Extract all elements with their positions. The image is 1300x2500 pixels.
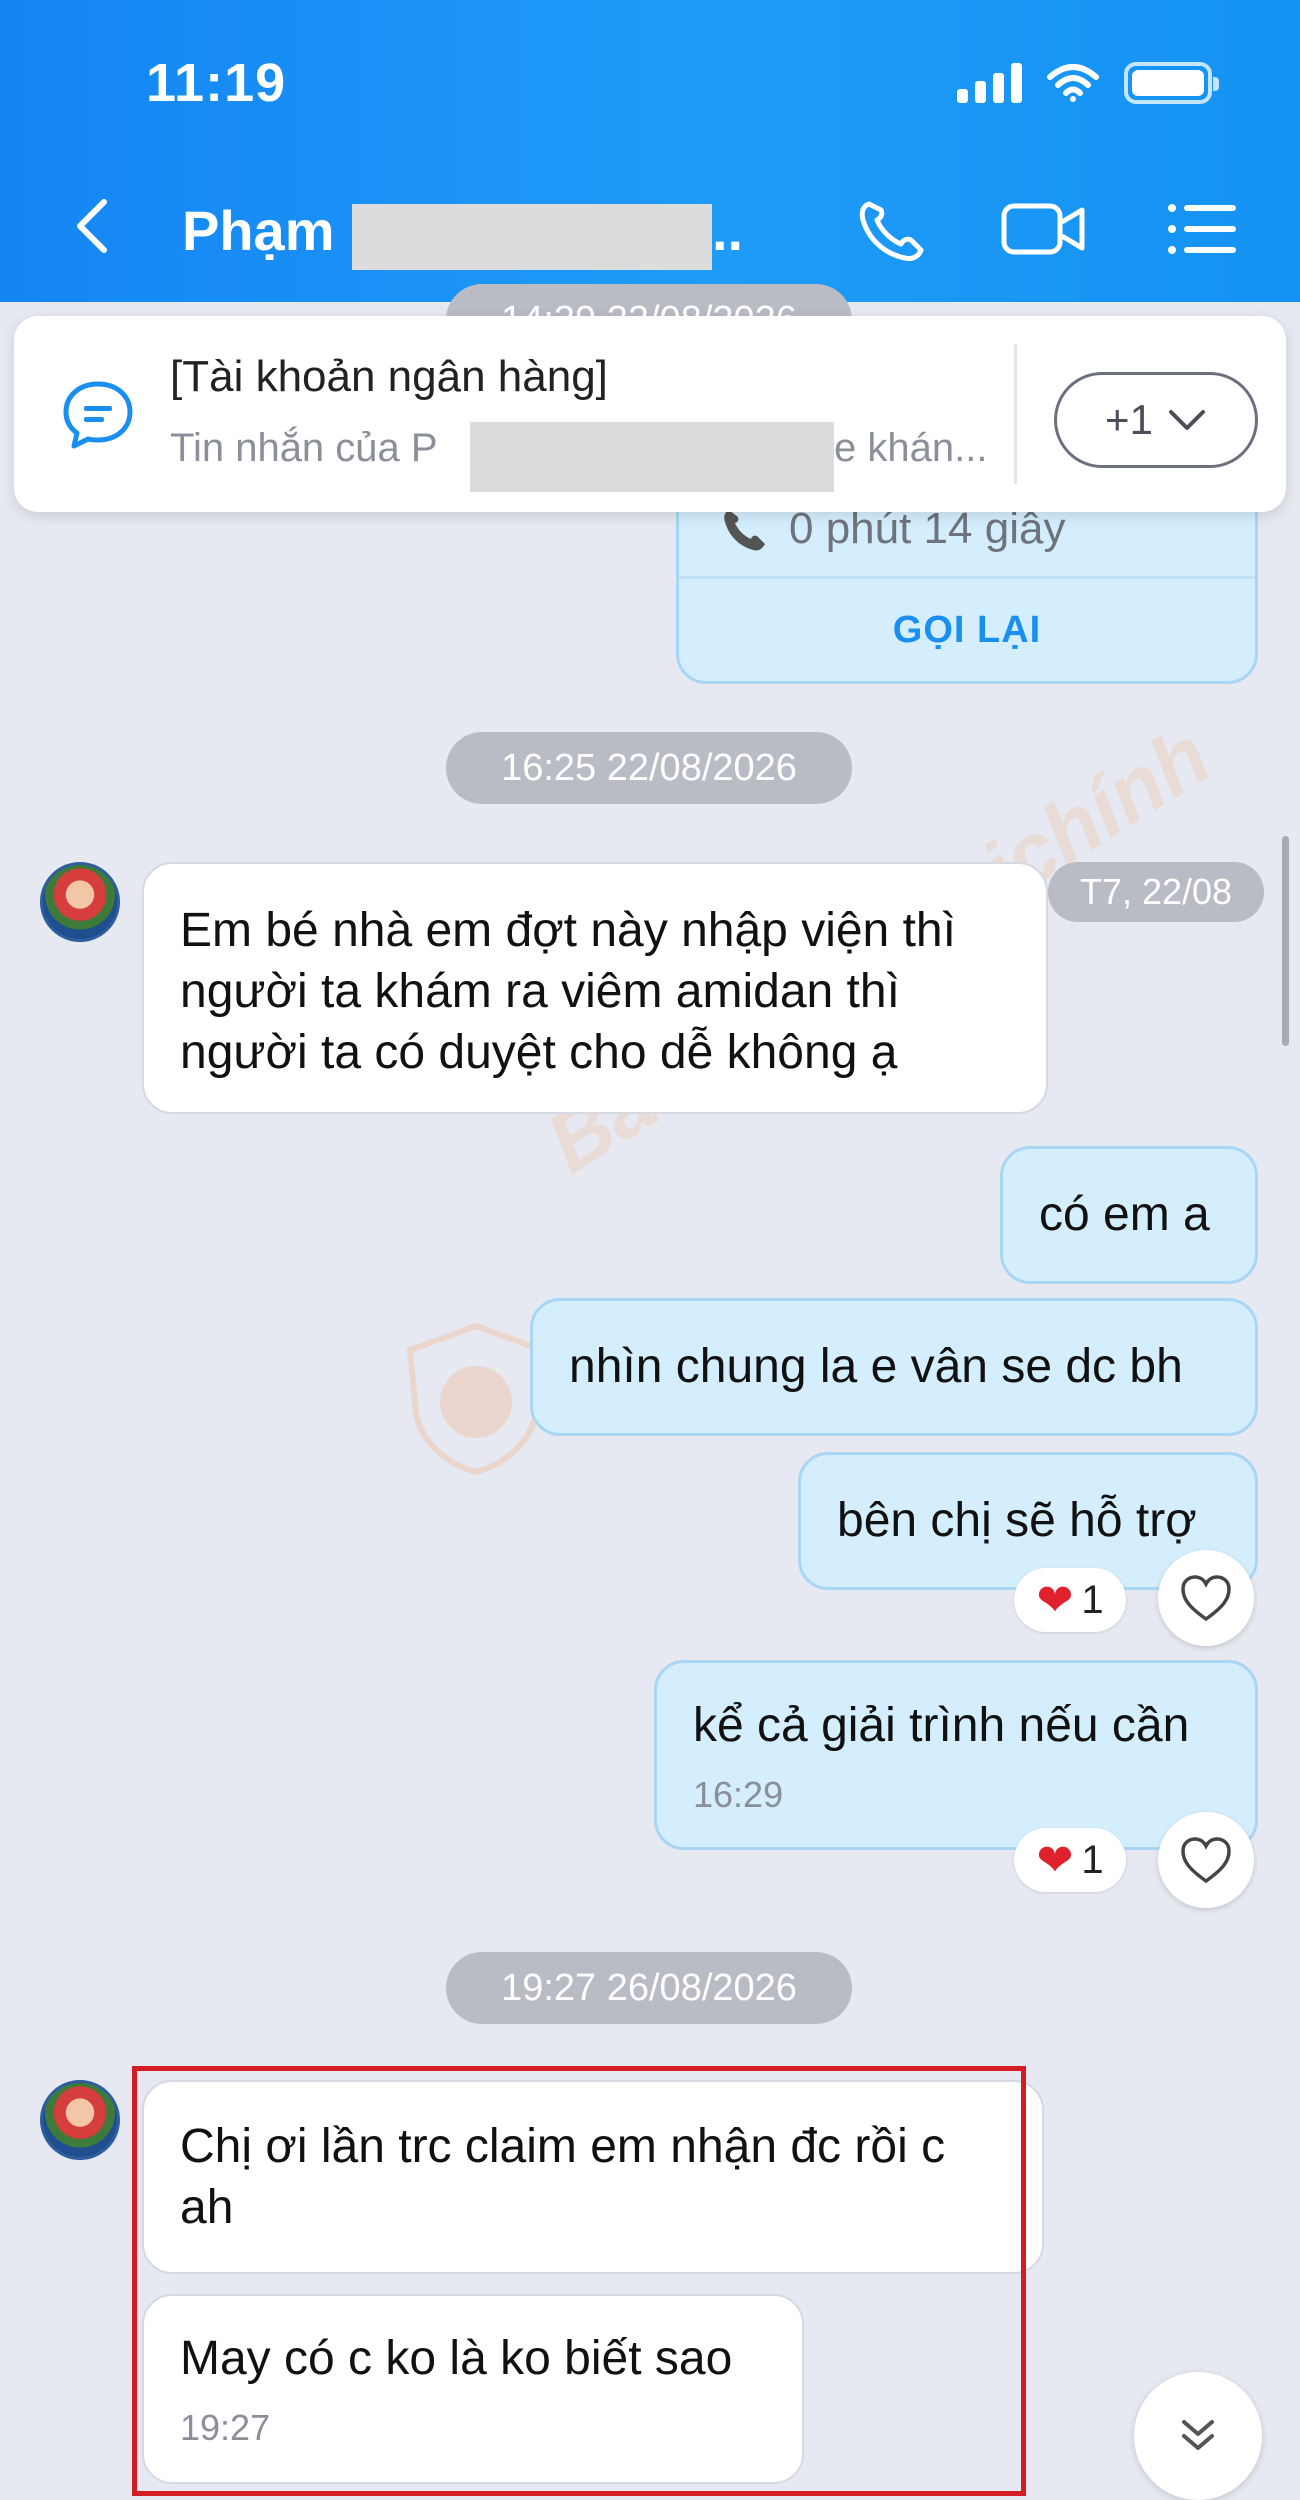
message-text: kể cả giải trình nếu cần	[693, 1699, 1190, 1752]
reaction-count: 1	[1081, 1577, 1104, 1622]
message-time: 16:29	[693, 1774, 784, 1815]
outgoing-message[interactable]: kể cả giải trình nếu cần 16:29	[654, 1660, 1258, 1850]
pinned-title: [Tài khoản ngân hàng]	[170, 352, 608, 401]
reaction-badge[interactable]: ❤ 1	[1014, 1568, 1126, 1632]
more-pinned-count: +1	[1105, 396, 1153, 443]
callback-button[interactable]: GỌI LẠI	[679, 580, 1255, 680]
message-line: người ta khám ra viêm amidan thì	[180, 965, 900, 1018]
cellular-signal-icon	[957, 63, 1022, 103]
redacted-name	[352, 204, 712, 270]
message-line: Em bé nhà em đợt này nhập viện thì	[180, 904, 956, 957]
pinned-subtitle-tail: e khán...	[834, 426, 988, 470]
wifi-icon	[1047, 64, 1099, 102]
app-header: 11:19 Phạm ..	[0, 0, 1300, 302]
red-heart-icon: ❤	[1036, 1835, 1074, 1885]
status-icons	[957, 62, 1219, 104]
contact-avatar[interactable]	[40, 862, 120, 942]
reaction-badge[interactable]: ❤ 1	[1014, 1828, 1126, 1892]
pinned-message-banner[interactable]: [Tài khoản ngân hàng] Tin nhắn của P e k…	[14, 316, 1286, 512]
highlight-annotation-box	[132, 2066, 1026, 2496]
status-time: 11:19	[146, 53, 287, 113]
outgoing-message[interactable]: có em a	[1000, 1146, 1258, 1284]
time-separator: 16:25 22/08/2026	[446, 732, 852, 804]
redacted-text	[470, 422, 834, 492]
video-call-icon[interactable]	[1000, 196, 1086, 262]
contact-name[interactable]: Phạm	[182, 198, 335, 263]
message-text: có em a	[1039, 1188, 1210, 1241]
incoming-message[interactable]: Em bé nhà em đợt này nhập viện thì người…	[142, 862, 1048, 1114]
scroll-to-bottom-button[interactable]	[1134, 2372, 1262, 2500]
contact-avatar[interactable]	[40, 2080, 120, 2160]
phone-call-icon[interactable]	[855, 196, 931, 262]
reaction-count: 1	[1081, 1837, 1104, 1882]
outgoing-message[interactable]: nhìn chung la e vân se dc bh	[530, 1298, 1258, 1436]
more-pinned-button[interactable]: +1	[1054, 372, 1258, 468]
battery-icon	[1124, 62, 1219, 104]
phone-icon	[724, 510, 765, 551]
chevron-down-icon	[1168, 410, 1205, 430]
message-text: bên chị sẽ hỗ trợ	[837, 1494, 1197, 1547]
red-heart-icon: ❤	[1036, 1575, 1074, 1625]
chat-bubble-icon	[63, 381, 133, 449]
call-card-divider	[679, 576, 1255, 579]
double-chevron-down-icon	[1182, 2420, 1214, 2450]
heart-outline-icon	[1181, 1575, 1231, 1622]
pinned-subtitle: Tin nhắn của P	[170, 426, 438, 470]
message-text: nhìn chung la e vân se dc bh	[569, 1340, 1183, 1393]
message-line: người ta có duyệt cho dễ không ạ	[180, 1026, 898, 1079]
menu-list-icon[interactable]	[1164, 196, 1240, 262]
time-separator: 19:27 26/08/2026	[446, 1952, 852, 2024]
scrollbar[interactable]	[1282, 836, 1289, 1046]
react-button[interactable]	[1158, 1550, 1254, 1646]
react-button[interactable]	[1158, 1812, 1254, 1908]
back-arrow-icon[interactable]	[64, 196, 124, 256]
date-tag: T7, 22/08	[1048, 862, 1264, 922]
contact-name-ellipsis: ..	[712, 199, 744, 262]
banner-divider	[1014, 344, 1017, 484]
heart-outline-icon	[1181, 1837, 1231, 1884]
